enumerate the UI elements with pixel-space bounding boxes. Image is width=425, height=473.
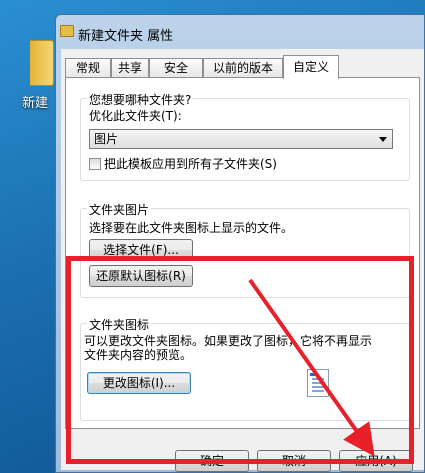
tab-customize[interactable]: 自定义 [283, 55, 339, 79]
annotation-arrow [248, 278, 375, 457]
